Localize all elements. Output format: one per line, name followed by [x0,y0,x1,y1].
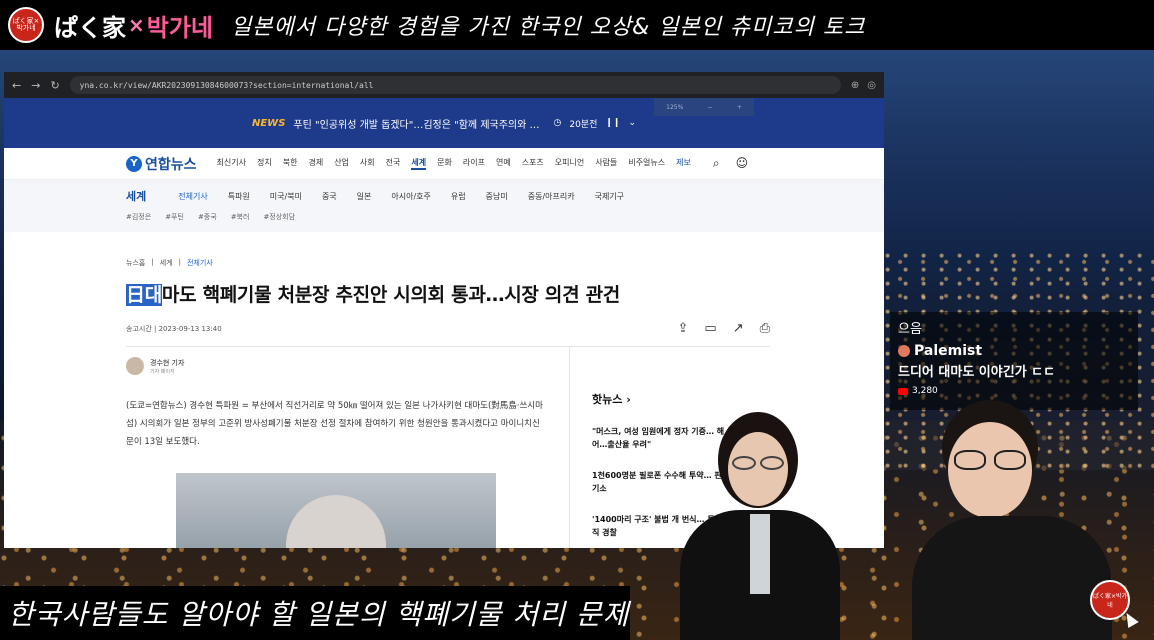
site-logo[interactable]: Y 연합뉴스 [126,154,197,174]
article-photo [176,473,496,548]
article-main: 경수현 기자 기자 페이지 (도쿄=연합뉴스) 경수현 특파원 = 부산에서 직… [126,347,570,548]
subnav-item[interactable]: 중남미 [486,191,508,202]
video-subtitle: 한국사람들도 알아야 할 일본의 핵폐기물 처리 문제 [0,586,630,640]
breadcrumb-separator: | [178,258,181,266]
user-badge-icon [898,345,910,357]
subnav-item[interactable]: 유럽 [451,191,466,202]
subnav-item[interactable]: 일본 [357,191,372,202]
section-title: 세계 [126,190,147,203]
zoom-in-icon[interactable]: + [737,104,742,111]
nav-item[interactable]: 비주얼뉴스 [628,157,665,170]
nav-item[interactable]: 정치 [257,157,272,170]
nav-item[interactable]: 산업 [334,157,349,170]
browser-toolbar: ← → ↻ yna.co.kr/view/AKR2023091308460007… [4,72,884,98]
publish-time: 송고시간 | 2023-09-13 13:40 [126,324,222,333]
article-body: (도쿄=연합뉴스) 경수현 특파원 = 부산에서 직선거리로 약 50㎞ 떨어져… [126,401,543,447]
font-size-icon[interactable]: ↗ [733,321,744,336]
forward-arrow-icon[interactable]: → [31,79,40,92]
banner-tagline: 일본에서 다양한 경험을 가진 한국인 오상& 일본인 츄미코의 토크 [231,15,866,40]
topic-tag[interactable]: #북러 [231,212,250,222]
arrow-right-icon: › [626,393,631,406]
news-label: NEWS [251,117,286,129]
search-icon[interactable]: ⌕ [713,156,720,171]
reporter-avatar [126,357,144,375]
top-banner: ぱく家×박가네 ぱく家 × 박가네 일본에서 다양한 경험을 가진 한국인 오상… [0,0,1154,50]
user-icon[interactable]: ☺ [736,156,749,171]
zoom-level: 125% [666,103,684,111]
nav-item[interactable]: 사람들 [595,157,617,170]
brand-separator: × [128,13,145,37]
share-icon[interactable]: ⇪ [677,321,688,336]
youtube-icon [898,387,908,395]
extension-icon[interactable]: ◎ [867,80,876,91]
clock-icon: ◷ [553,118,562,128]
brand-korean: 박가네 [146,13,214,42]
nav-item[interactable]: 문화 [437,157,452,170]
zoom-popup: 125% − + [654,98,754,116]
reload-icon[interactable]: ↻ [50,79,59,92]
headline-text: 마도 핵폐기물 처분장 추진안 시의회 통과…시장 의견 관건 [161,284,620,306]
nav-item[interactable]: 전국 [386,157,401,170]
nav-item[interactable]: 세계 [411,157,427,170]
reporter-page-link[interactable]: 기자 페이지 [150,368,184,375]
subnav-item[interactable]: 중동/아프리카 [528,191,575,202]
nav-item[interactable]: 스포츠 [522,157,544,170]
topic-tag[interactable]: #중국 [198,212,217,222]
chat-message: 드디어 대마도 이야긴가 ㄷㄷ [898,365,1056,380]
comment-icon[interactable]: ▭ [704,321,716,336]
channel-logo: ぱく家×박가네 [8,7,44,43]
view-count: 3,280 [912,386,938,396]
zoom-icon[interactable]: ⊕ [851,80,859,91]
nav-item[interactable]: 사회 [360,157,375,170]
subnav-item[interactable]: 전체기사 [178,191,207,202]
host-man [912,398,1112,640]
breaking-news-bar: 125% − + NEWS 푸틴 "인공위성 개발 돕겠다"…김정은 "함께 제… [4,98,884,148]
subnav-item[interactable]: 국제기구 [595,191,624,202]
address-bar[interactable]: yna.co.kr/view/AKR20230913084600073?sect… [69,76,841,94]
nav-item[interactable]: 오피니언 [555,157,584,170]
zoom-out-icon[interactable]: − [708,104,713,111]
nav-item[interactable]: 북한 [283,157,298,170]
reporter-info[interactable]: 경수현 기자 기자 페이지 [126,357,569,375]
print-icon[interactable]: ⎙ [760,321,770,336]
site-header: Y 연합뉴스 최신기사 정치 북한 경제 산업 사회 전국 세계 문화 라이프 연예 스포츠 오피니언 사… [4,148,884,180]
news-headline-link[interactable]: 푸틴 "인공위성 개발 돕겠다"…김정은 "함께 제국주의와 … [293,116,539,131]
site-name: 연합뉴스 [145,156,197,173]
brand-japanese: ぱく家 [54,13,126,42]
topic-tag[interactable]: #푸틴 [165,212,184,222]
subnav-item[interactable]: 중국 [322,191,337,202]
breadcrumb-separator: | [151,258,154,266]
live-chat-overlay: 으음 Palemist 드디어 대마도 이야긴가 ㄷㄷ 3,280 [890,312,1138,410]
topic-tag[interactable]: #정상회담 [263,212,295,222]
section-subnav: 세계 전체기사 특파원 미국/북미 중국 일본 아시아/호주 유럽 중남미 중동/아프리카 국제기… [4,180,884,232]
reporter-name: 경수현 기자 [150,358,185,367]
topic-tags: #김정은 #푸틴 #중국 #북러 #정상회담 [126,212,884,222]
photo-subject [286,495,386,548]
subnav-item[interactable]: 미국/북미 [270,191,302,202]
breadcrumb-item[interactable]: 뉴스홈 [126,258,145,268]
host-woman [680,410,840,640]
topic-tag[interactable]: #김정은 [126,212,151,222]
breadcrumb-item[interactable]: 전체기사 [187,258,213,268]
back-arrow-icon[interactable]: ← [12,79,21,92]
subnav-item[interactable]: 아시아/호주 [391,191,431,202]
breadcrumb: 뉴스홈 | 세계 | 전체기사 [126,258,884,268]
hot-news-title[interactable]: 핫뉴스 › [592,391,770,407]
breadcrumb-item[interactable]: 세계 [160,258,173,268]
nav-item[interactable]: 라이프 [463,157,485,170]
nav-item[interactable]: 최신기사 [217,157,246,170]
chevron-down-icon[interactable]: ⌄ [628,118,636,128]
article-headline: 日대마도 핵폐기물 처분장 추진안 시의회 통과…시장 의견 관건 [126,280,884,307]
news-timer: 20분전 [569,119,598,130]
subnav-item[interactable]: 특파원 [228,191,250,202]
chat-username: Palemist [914,343,983,359]
headline-selection[interactable]: 日대 [126,284,162,306]
nav-item[interactable]: 제보 [676,157,691,170]
nav-item[interactable]: 연예 [496,157,511,170]
chat-message-previous: 으음 [898,322,922,337]
nav-item[interactable]: 경제 [308,157,323,170]
pause-icon[interactable]: ❙❙ [605,118,620,128]
yonhap-logo-icon: Y [126,155,142,172]
main-navigation: 최신기사 정치 북한 경제 산업 사회 전국 세계 문화 라이프 연예 스포츠 오피니언 사람들 비주얼뉴스… [217,157,691,170]
